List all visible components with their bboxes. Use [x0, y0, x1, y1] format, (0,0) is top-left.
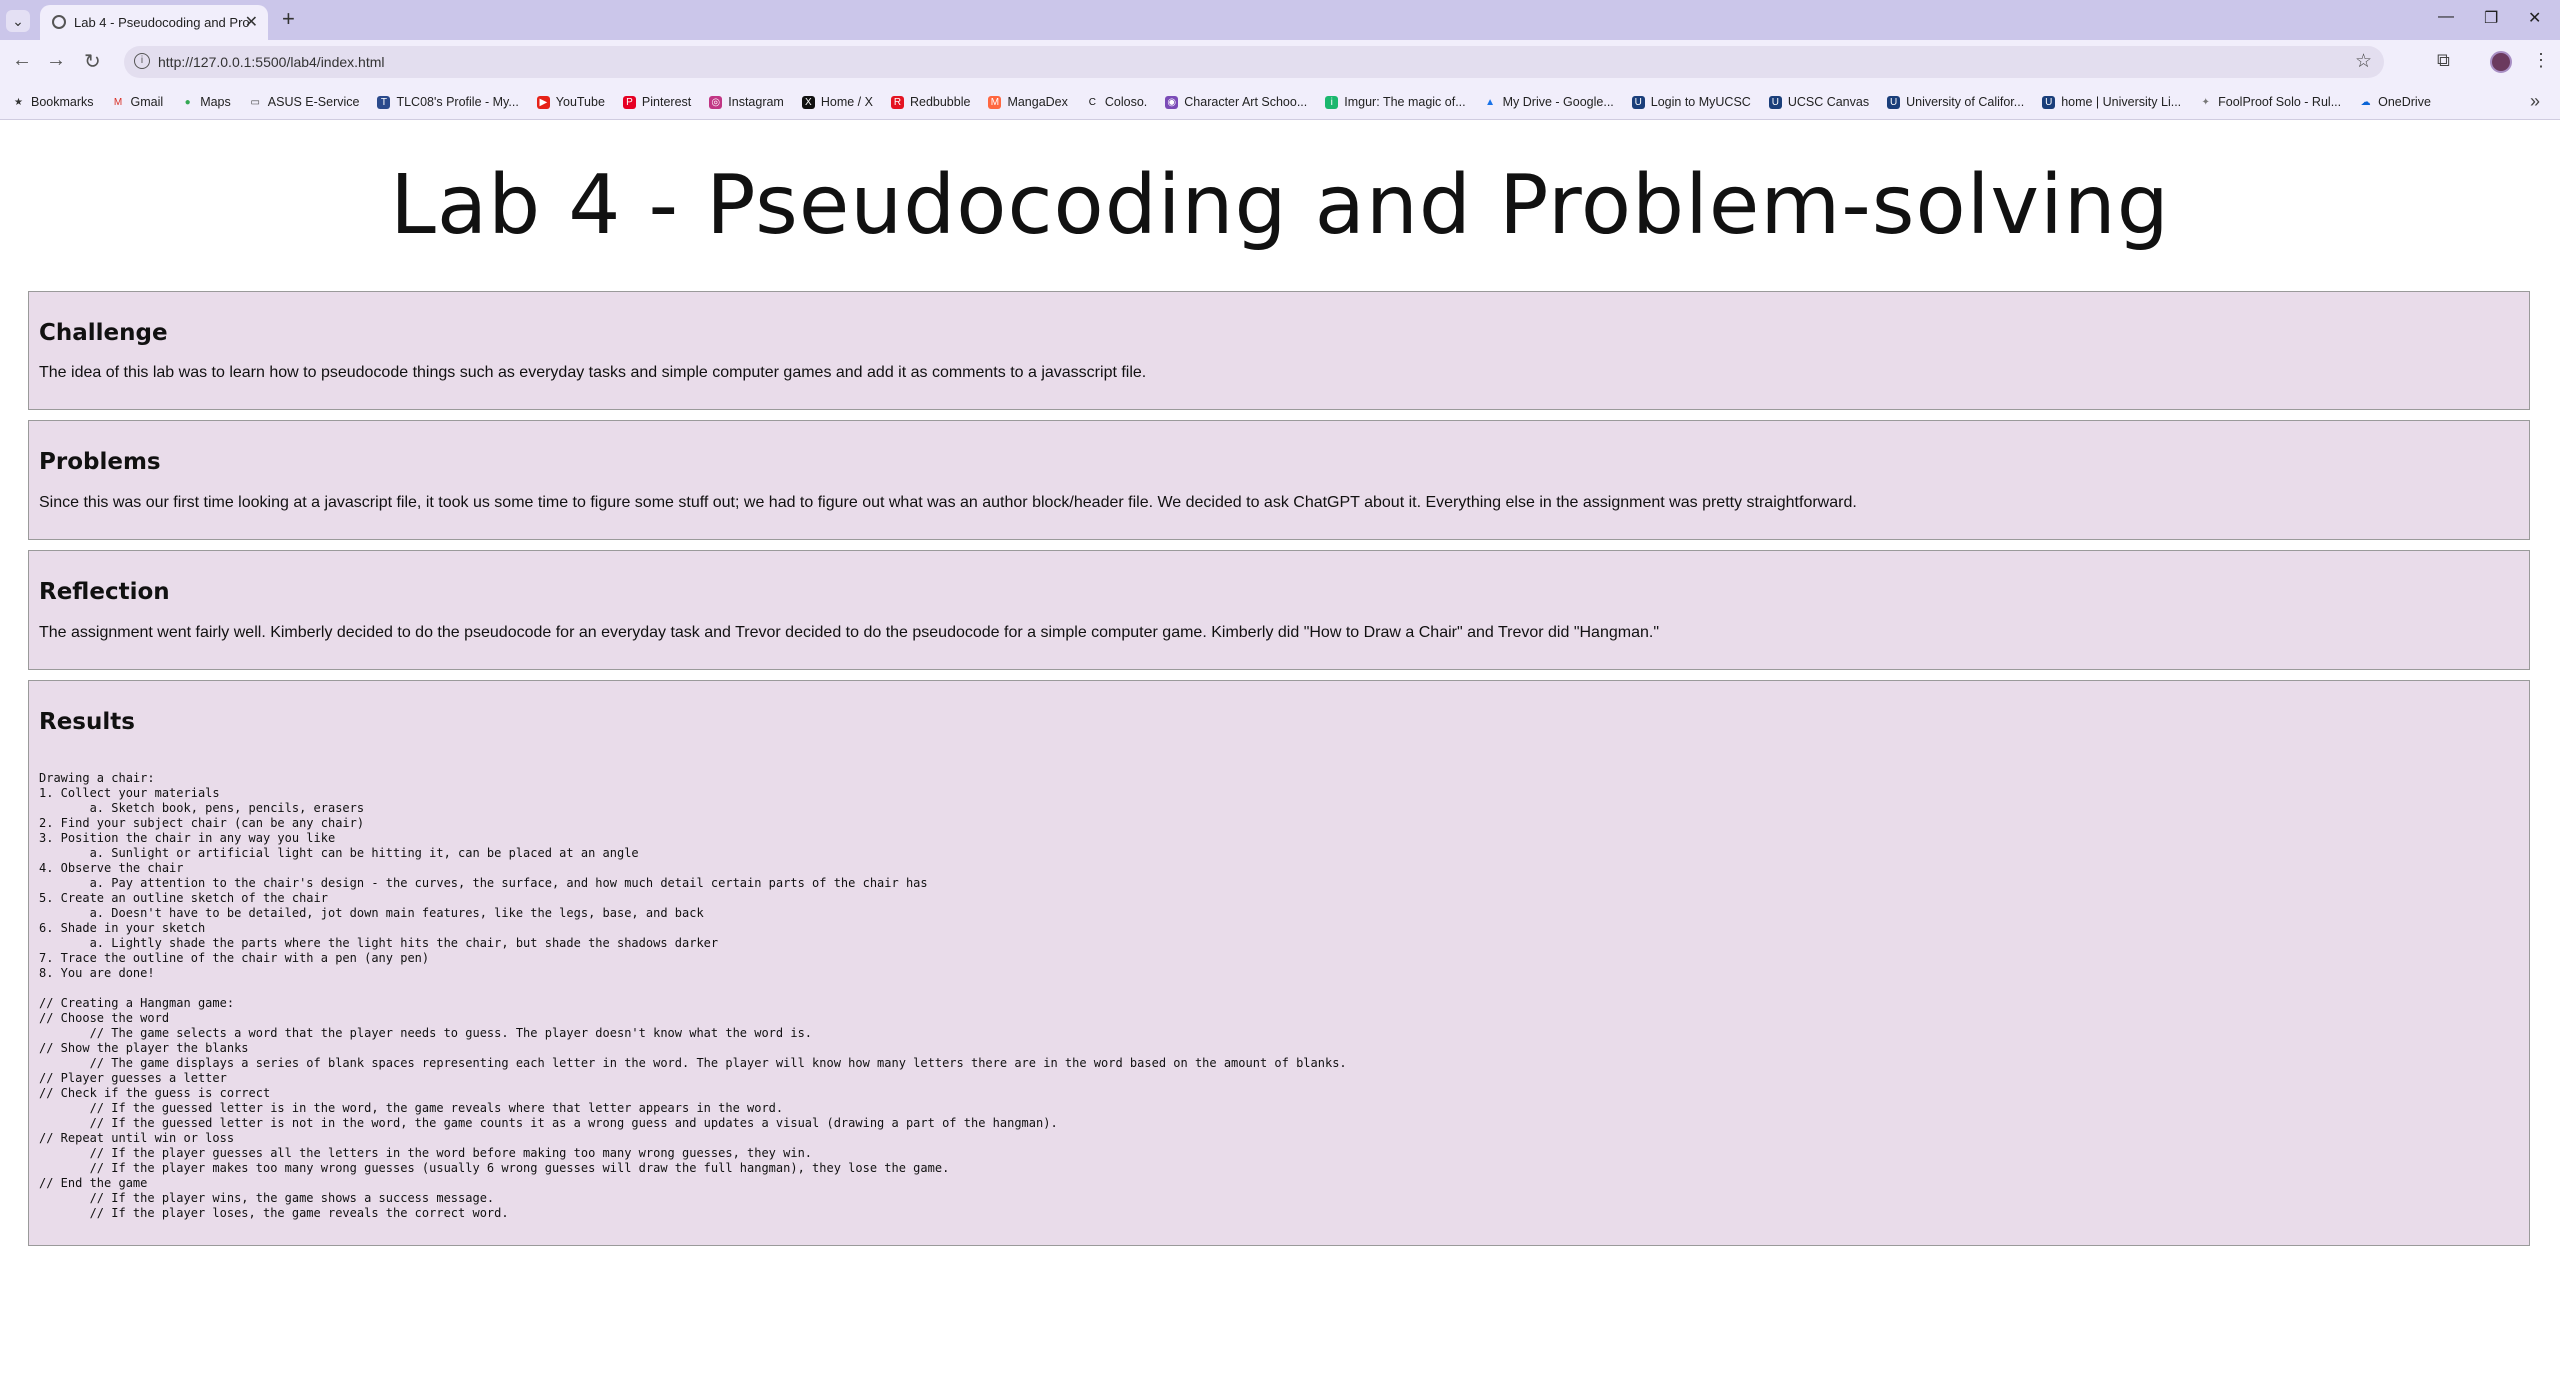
- bookmark-item[interactable]: T TLC08's Profile - My...: [377, 95, 519, 109]
- school-icon: ◉: [1165, 95, 1179, 109]
- bookmark-item[interactable]: M Gmail: [112, 95, 164, 109]
- bookmark-item[interactable]: i Imgur: The magic of...: [1325, 95, 1466, 109]
- site-info-icon[interactable]: i: [134, 53, 150, 69]
- section-heading: Challenge: [39, 320, 168, 346]
- foolproof-icon: ✦: [2201, 96, 2210, 108]
- bookmark-label: University of Califor...: [1906, 95, 2025, 109]
- bookmark-label: Gmail: [130, 95, 164, 109]
- bookmark-star-icon[interactable]: ☆: [2355, 50, 2372, 73]
- bookmarks-overflow-chevron-icon[interactable]: »: [2530, 91, 2540, 112]
- youtube-icon: ▶: [536, 95, 550, 109]
- maps-icon: ●: [184, 96, 191, 108]
- bookmark-label: My Drive - Google...: [1502, 95, 1614, 109]
- bookmark-label: home | University Li...: [2061, 95, 2182, 109]
- page-title: Lab 4 - Pseudocoding and Problem-solving: [390, 158, 2170, 253]
- bookmark-item[interactable]: ☁ OneDrive: [2359, 95, 2431, 109]
- forward-arrow-icon[interactable]: →: [46, 49, 66, 72]
- tab-title: Lab 4 - Pseudocoding and Probl: [74, 15, 250, 30]
- bookmark-label: Coloso.: [1104, 95, 1148, 109]
- profile-avatar[interactable]: [2490, 51, 2512, 73]
- bookmark-item[interactable]: U University of Califor...: [1887, 95, 2024, 109]
- star-icon: ★: [14, 96, 23, 108]
- ucsc-icon: U: [1768, 95, 1782, 109]
- redbubble-icon: R: [890, 95, 904, 109]
- bookmark-item[interactable]: ▲ My Drive - Google...: [1484, 95, 1614, 109]
- bookmark-item[interactable]: ◉ Character Art Schoo...: [1165, 95, 1307, 109]
- section-heading: Results: [39, 709, 135, 735]
- bookmark-item[interactable]: C Coloso.: [1086, 95, 1148, 109]
- results-section: Results Drawing a chair: 1. Collect your…: [28, 680, 2530, 1246]
- bookmark-label: Bookmarks: [31, 95, 94, 109]
- bookmark-label: Character Art Schoo...: [1184, 95, 1308, 109]
- address-url[interactable]: http://127.0.0.1:5500/lab4/index.html: [158, 54, 385, 70]
- coloso-icon: C: [1088, 96, 1096, 108]
- gmail-icon: M: [113, 96, 123, 108]
- bookmark-item[interactable]: Uhome | University Li...: [2042, 95, 2181, 109]
- bookmark-label: Home / X: [820, 95, 873, 109]
- section-text: The idea of this lab was to learn how to…: [39, 364, 1147, 381]
- menu-kebab-icon[interactable]: ⋮: [2532, 50, 2550, 71]
- new-tab-plus-icon[interactable]: +: [282, 6, 295, 32]
- bookmark-label: TLC08's Profile - My...: [396, 95, 519, 109]
- onedrive-icon: ☁: [2360, 96, 2371, 108]
- bookmark-item[interactable]: R Redbubble: [890, 95, 971, 109]
- back-arrow-icon[interactable]: ←: [12, 49, 32, 72]
- problems-section: Problems Since this was our first time l…: [28, 420, 2530, 540]
- address-bar[interactable]: i http://127.0.0.1:5500/lab4/index.html …: [124, 46, 2384, 78]
- imgur-icon: i: [1325, 95, 1339, 109]
- pinterest-icon: P: [622, 95, 636, 109]
- reload-icon[interactable]: ↻: [84, 49, 101, 74]
- folder-icon: ▭: [250, 96, 260, 108]
- window-close-icon[interactable]: ✕: [2528, 8, 2541, 28]
- bookmark-item[interactable]: ▭ ASUS E-Service: [249, 95, 360, 109]
- bookmark-item[interactable]: ◎ Instagram: [709, 95, 784, 109]
- extensions-puzzle-icon[interactable]: ⧉: [2437, 50, 2450, 71]
- results-pseudocode: Drawing a chair: 1. Collect your materia…: [39, 771, 1347, 1220]
- section-text: Since this was our first time looking at…: [39, 494, 1857, 511]
- profile-icon: T: [377, 95, 391, 109]
- bookmark-label: Imgur: The magic of...: [1344, 95, 1466, 109]
- bookmark-item[interactable]: X Home / X: [801, 95, 873, 109]
- x-icon: X: [801, 95, 815, 109]
- instagram-icon: ◎: [709, 95, 723, 109]
- tab-search-chevron-icon[interactable]: ⌄: [6, 10, 30, 32]
- browser-toolbar: ← → ↻ i http://127.0.0.1:5500/lab4/index…: [0, 40, 2560, 85]
- browser-tab-active[interactable]: Lab 4 - Pseudocoding and Probl ✕: [40, 5, 268, 40]
- bookmark-label: Pinterest: [641, 95, 692, 109]
- section-text: The assignment went fairly well. Kimberl…: [39, 624, 1659, 641]
- bookmark-label: MangaDex: [1007, 95, 1068, 109]
- mangadex-icon: M: [988, 95, 1002, 109]
- bookmark-item[interactable]: ● Maps: [181, 95, 231, 109]
- ucsc-icon: U: [1887, 95, 1901, 109]
- bookmark-item[interactable]: ★ Bookmarks: [12, 95, 94, 109]
- bookmark-item[interactable]: U Login to MyUCSC: [1631, 95, 1751, 109]
- bookmark-item[interactable]: ▶ YouTube: [536, 95, 605, 109]
- ucsc-icon: U: [2042, 95, 2056, 109]
- bookmark-item[interactable]: ✦ FoolProof Solo - Rul...: [2199, 95, 2341, 109]
- bookmark-label: Maps: [200, 95, 231, 109]
- section-heading: Reflection: [39, 579, 170, 605]
- ucsc-icon: U: [1631, 95, 1645, 109]
- reflection-section: Reflection The assignment went fairly we…: [28, 550, 2530, 670]
- minimize-icon[interactable]: —: [2438, 8, 2454, 26]
- bookmark-label: UCSC Canvas: [1787, 95, 1870, 109]
- bookmark-label: OneDrive: [2378, 95, 2431, 109]
- bookmark-label: Login to MyUCSC: [1650, 95, 1751, 109]
- restore-icon[interactable]: ❐: [2484, 8, 2498, 28]
- page-favicon-icon: [52, 15, 66, 29]
- bookmark-label: YouTube: [555, 95, 605, 109]
- bookmark-item[interactable]: M MangaDex: [988, 95, 1068, 109]
- bookmark-label: FoolProof Solo - Rul...: [2218, 95, 2342, 109]
- bookmark-item[interactable]: U UCSC Canvas: [1768, 95, 1870, 109]
- challenge-section: Challenge The idea of this lab was to le…: [28, 291, 2530, 410]
- bookmarks-bar: ★ Bookmarks M Gmail ● Maps ▭ ASUS E-Service T TLC…: [0, 85, 2560, 120]
- bookmark-label: Redbubble: [909, 95, 971, 109]
- bookmark-label: Instagram: [728, 95, 784, 109]
- bookmark-label: ASUS E-Service: [267, 95, 360, 109]
- tab-close-icon[interactable]: ✕: [245, 12, 258, 32]
- bookmark-item[interactable]: P Pinterest: [622, 95, 692, 109]
- drive-icon: ▲: [1485, 96, 1496, 108]
- tab-strip: ⌄ Lab 4 - Pseudocoding and Probl ✕ + — ❐…: [0, 0, 2560, 40]
- section-heading: Problems: [39, 449, 161, 475]
